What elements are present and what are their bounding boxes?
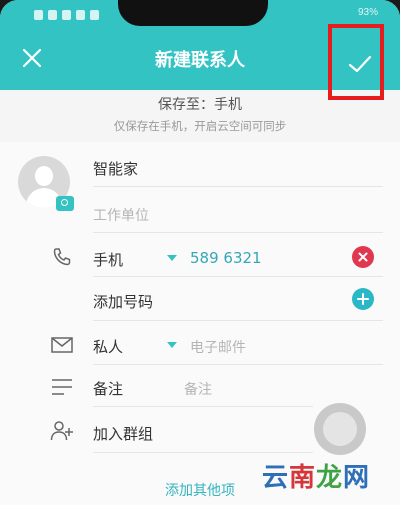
divider: [93, 232, 383, 233]
email-type-label[interactable]: 私人: [93, 336, 123, 357]
divider: [93, 406, 313, 407]
notification-icon: [48, 10, 57, 20]
notification-icon: [62, 10, 71, 20]
phone-type-label[interactable]: 手机: [93, 249, 123, 270]
name-field[interactable]: 智能家: [93, 158, 138, 179]
divider: [93, 276, 383, 277]
add-to-group[interactable]: 加入群组: [93, 423, 153, 444]
divider: [93, 320, 383, 321]
divider: [93, 186, 383, 187]
note-icon: [52, 379, 72, 395]
battery-status: 93%: [357, 7, 378, 18]
phone-icon: [53, 248, 71, 266]
note-field[interactable]: 备注: [184, 379, 212, 399]
add-number-label[interactable]: 添加号码: [93, 291, 153, 312]
notification-icon: [76, 10, 85, 20]
status-icons: [34, 9, 99, 21]
note-label: 备注: [93, 380, 124, 398]
notification-icon: [90, 10, 99, 20]
plus-icon: [357, 293, 369, 305]
divider: [93, 452, 313, 453]
phone-number-field[interactable]: 589 6321: [190, 249, 262, 267]
checkmark-icon: [348, 55, 372, 73]
save-hint: 仅保存在手机，开启云空间可同步: [113, 119, 287, 133]
phone-screen: 93% 新建联系人 保存至：手机 仅保存在手机，开启云空间可同步 智能家 工作单…: [0, 0, 400, 505]
watermark-char: 网: [343, 463, 371, 493]
camera-notch: [118, 0, 268, 26]
watermark-char: 云: [262, 463, 290, 493]
divider: [93, 364, 383, 365]
header-bar: 93% 新建联系人: [0, 0, 400, 100]
remove-phone-button[interactable]: [352, 246, 374, 268]
floating-assist-button[interactable]: [314, 403, 366, 455]
email-field[interactable]: 电子邮件: [190, 337, 246, 357]
chevron-down-icon[interactable]: [167, 342, 177, 348]
camera-icon[interactable]: [56, 196, 74, 211]
email-icon: [51, 337, 73, 353]
save-location[interactable]: 保存至：手机: [0, 94, 400, 114]
company-field[interactable]: 工作单位: [93, 205, 149, 225]
notification-icon: [34, 10, 43, 20]
site-watermark: 云南龙网: [262, 457, 370, 494]
watermark-char: 龙: [316, 463, 344, 493]
watermark-char: 南: [289, 463, 317, 493]
add-number-button[interactable]: [352, 288, 374, 310]
chevron-down-icon[interactable]: [167, 255, 177, 261]
remove-icon: [358, 252, 368, 262]
confirm-button[interactable]: [328, 24, 384, 100]
group-icon: [50, 421, 73, 441]
avatar-head: [35, 166, 53, 186]
